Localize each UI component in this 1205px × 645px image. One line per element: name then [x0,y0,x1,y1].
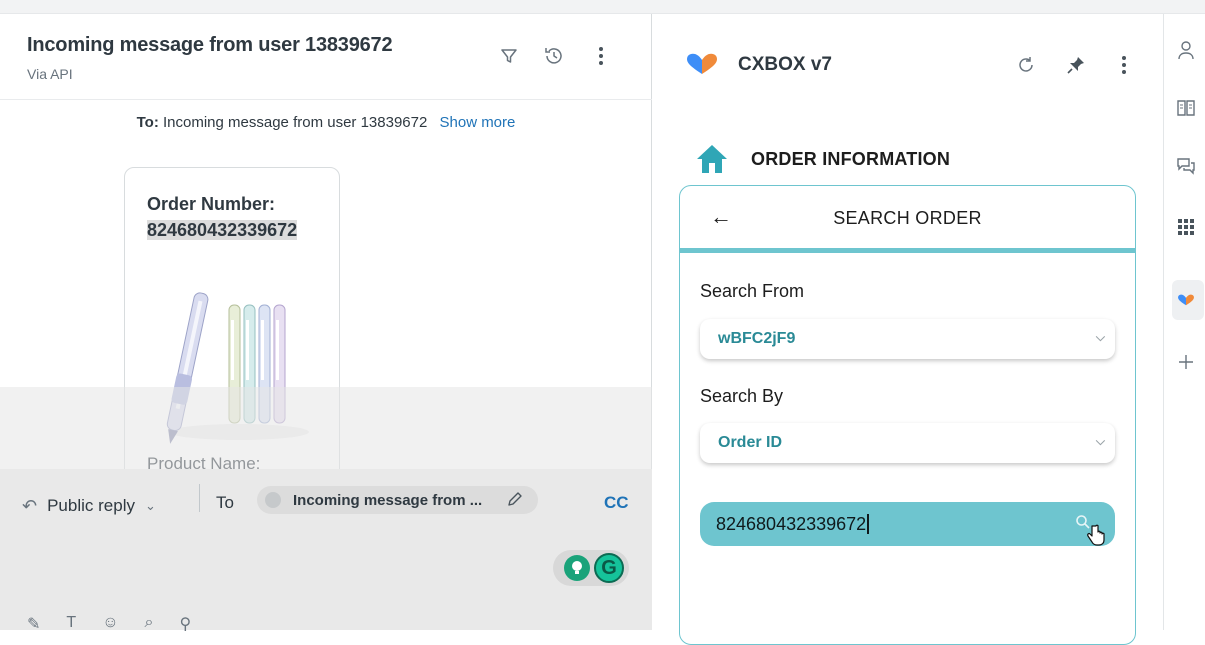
cc-button[interactable]: CC [604,493,629,513]
refresh-icon[interactable] [1013,52,1039,78]
chevron-down-icon: ⌵ [1095,434,1105,448]
reply-mode-label: Public reply [47,496,135,515]
history-icon[interactable] [540,42,568,70]
plus-icon[interactable] [1176,352,1196,372]
search-from-select[interactable]: wBFC2jF9 ⌵ [700,319,1115,359]
ticket-header: Incoming message from user 13839672 Via … [0,14,652,100]
chevron-down-icon: ⌵ [1095,330,1105,344]
attach-icon[interactable]: ⌕ [145,614,154,634]
search-order-header: ← SEARCH ORDER [680,186,1135,253]
more-vertical-icon[interactable] [1111,52,1137,78]
message-card: Order Number: 824680432339672 Product Na… [124,167,340,487]
to-value: Incoming message from user 13839672 [163,114,428,131]
search-input-text: 824680432339672 [716,513,867,534]
lightbulb-icon[interactable] [564,555,590,581]
home-icon[interactable] [695,142,729,176]
app-title: CXBOX v7 [738,54,832,75]
edit-icon[interactable] [506,490,524,513]
section-header: ORDER INFORMATION [695,142,950,176]
ticket-channel: Via API [27,66,73,82]
chat-icon[interactable] [1176,156,1196,176]
order-search-input[interactable]: 824680432339672 [700,502,1115,546]
search-by-select[interactable]: Order ID ⌵ [700,423,1115,463]
reply-to-label: To [216,493,234,512]
chevron-down-icon: ⌄ [144,498,156,513]
cxbox-logo-icon [685,52,719,81]
grammarly-icon[interactable]: G [594,553,624,583]
recipient-row: To: Incoming message from user 13839672 … [0,114,652,131]
hand-cursor-icon [1087,524,1105,551]
emoji-icon[interactable]: ☺ [102,614,118,634]
divider [199,484,200,512]
grammarly-widget[interactable]: G [553,550,629,586]
more-vertical-icon[interactable] [587,42,615,70]
filter-icon[interactable] [495,42,523,70]
app-header: CXBOX v7 [653,14,1163,100]
book-icon[interactable] [1176,98,1196,118]
reply-arrow-icon: ↶ [22,495,38,516]
product-image [159,280,309,455]
section-title: ORDER INFORMATION [751,148,951,169]
text-format-icon[interactable]: T [66,614,76,634]
top-strip [0,0,1205,14]
show-more-link[interactable]: Show more [440,114,516,131]
cxbox-app-panel: CXBOX v7 ORDER INFORMATION ← SEARCH ORDE… [653,14,1163,645]
avatar [265,492,281,508]
recipient-name: Incoming message from ... [293,491,483,509]
apps-grid-icon[interactable] [1176,217,1196,237]
to-label: To: [136,114,159,131]
search-order-panel: ← SEARCH ORDER Search From wBFC2jF9 ⌵ Se… [679,185,1136,645]
compose-icon[interactable]: ✎ [27,614,40,634]
app-sidebar [1163,14,1205,630]
ticket-title: Incoming message from user 13839672 [27,34,393,56]
order-number-value[interactable]: 824680432339672 [147,218,317,242]
link-icon[interactable]: ⚲ [180,614,192,634]
search-from-label: Search From [700,281,805,301]
user-icon[interactable] [1176,40,1196,60]
recipient-pill[interactable]: Incoming message from ... [257,486,538,514]
search-from-value: wBFC2jF9 [718,330,796,347]
pin-icon[interactable] [1063,52,1089,78]
reply-mode-dropdown[interactable]: ↶ Public reply ⌄ [22,491,156,521]
text-caret [867,514,869,534]
cxbox-app-icon[interactable] [1176,290,1196,310]
search-by-value: Order ID [718,434,783,451]
order-number-highlight: 824680432339672 [147,220,298,240]
order-number-label: Order Number: [147,194,276,214]
ticket-panel: Incoming message from user 13839672 Via … [0,14,652,633]
panel-title: SEARCH ORDER [833,208,982,228]
search-by-label: Search By [700,386,784,406]
composer-toolbar: ✎ T ☺ ⌕ ⚲ [27,614,191,634]
